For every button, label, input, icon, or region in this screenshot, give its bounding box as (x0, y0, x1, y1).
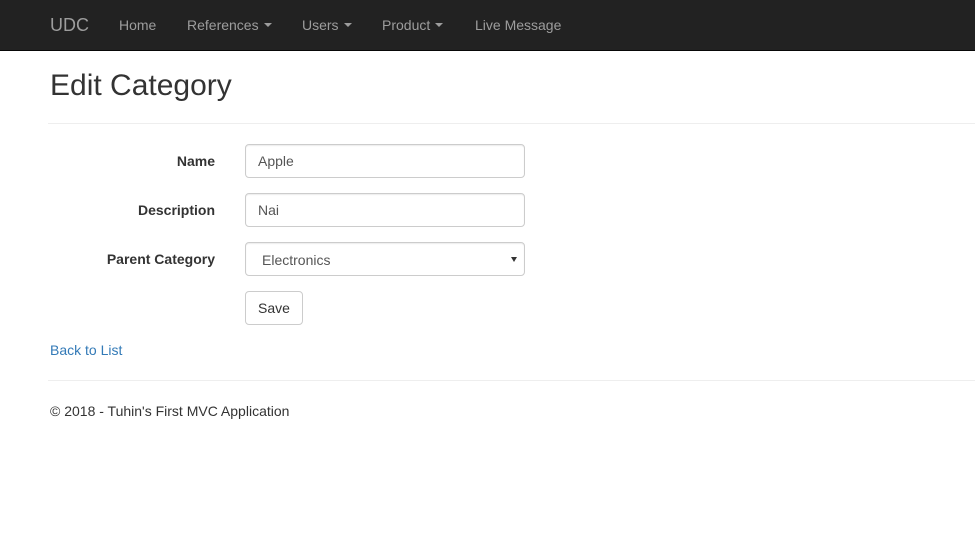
divider (48, 123, 975, 124)
nav-item-home[interactable]: Home (119, 16, 156, 34)
parent-category-label: Parent Category (106, 251, 215, 267)
nav-item-product-label: Product (382, 17, 431, 33)
nav-item-live-message-label: Live Message (475, 17, 562, 33)
dropdown-arrow-icon (511, 257, 517, 262)
nav-item-product[interactable]: Product (382, 16, 444, 34)
save-button[interactable]: Save (245, 291, 303, 325)
nav-item-references-label: References (187, 17, 259, 33)
nav-item-users[interactable]: Users (302, 16, 352, 34)
nav-item-users-label: Users (302, 17, 339, 33)
nav-item-home-label: Home (119, 17, 157, 33)
back-to-list-link[interactable]: Back to List (50, 341, 122, 359)
nav-item-references[interactable]: References (187, 16, 272, 34)
footer-copyright: © 2018 - Tuhin's First MVC Application (50, 403, 290, 419)
caret-down-icon (435, 23, 444, 28)
parent-category-selected-value: Electronics (262, 252, 331, 268)
nav-item-live-message[interactable]: Live Message (475, 16, 561, 34)
footer-divider (48, 380, 975, 381)
parent-category-select[interactable]: Electronics (245, 242, 525, 276)
brand-link[interactable]: UDC (50, 14, 89, 36)
caret-down-icon (343, 23, 352, 28)
page-title: Edit Category (50, 69, 232, 102)
description-input[interactable] (245, 193, 525, 227)
description-label: Description (137, 202, 215, 218)
top-navbar: UDC Home References Users Product Live M… (0, 0, 975, 51)
caret-down-icon (263, 23, 272, 28)
name-label: Name (176, 153, 215, 169)
name-input[interactable] (245, 144, 525, 178)
